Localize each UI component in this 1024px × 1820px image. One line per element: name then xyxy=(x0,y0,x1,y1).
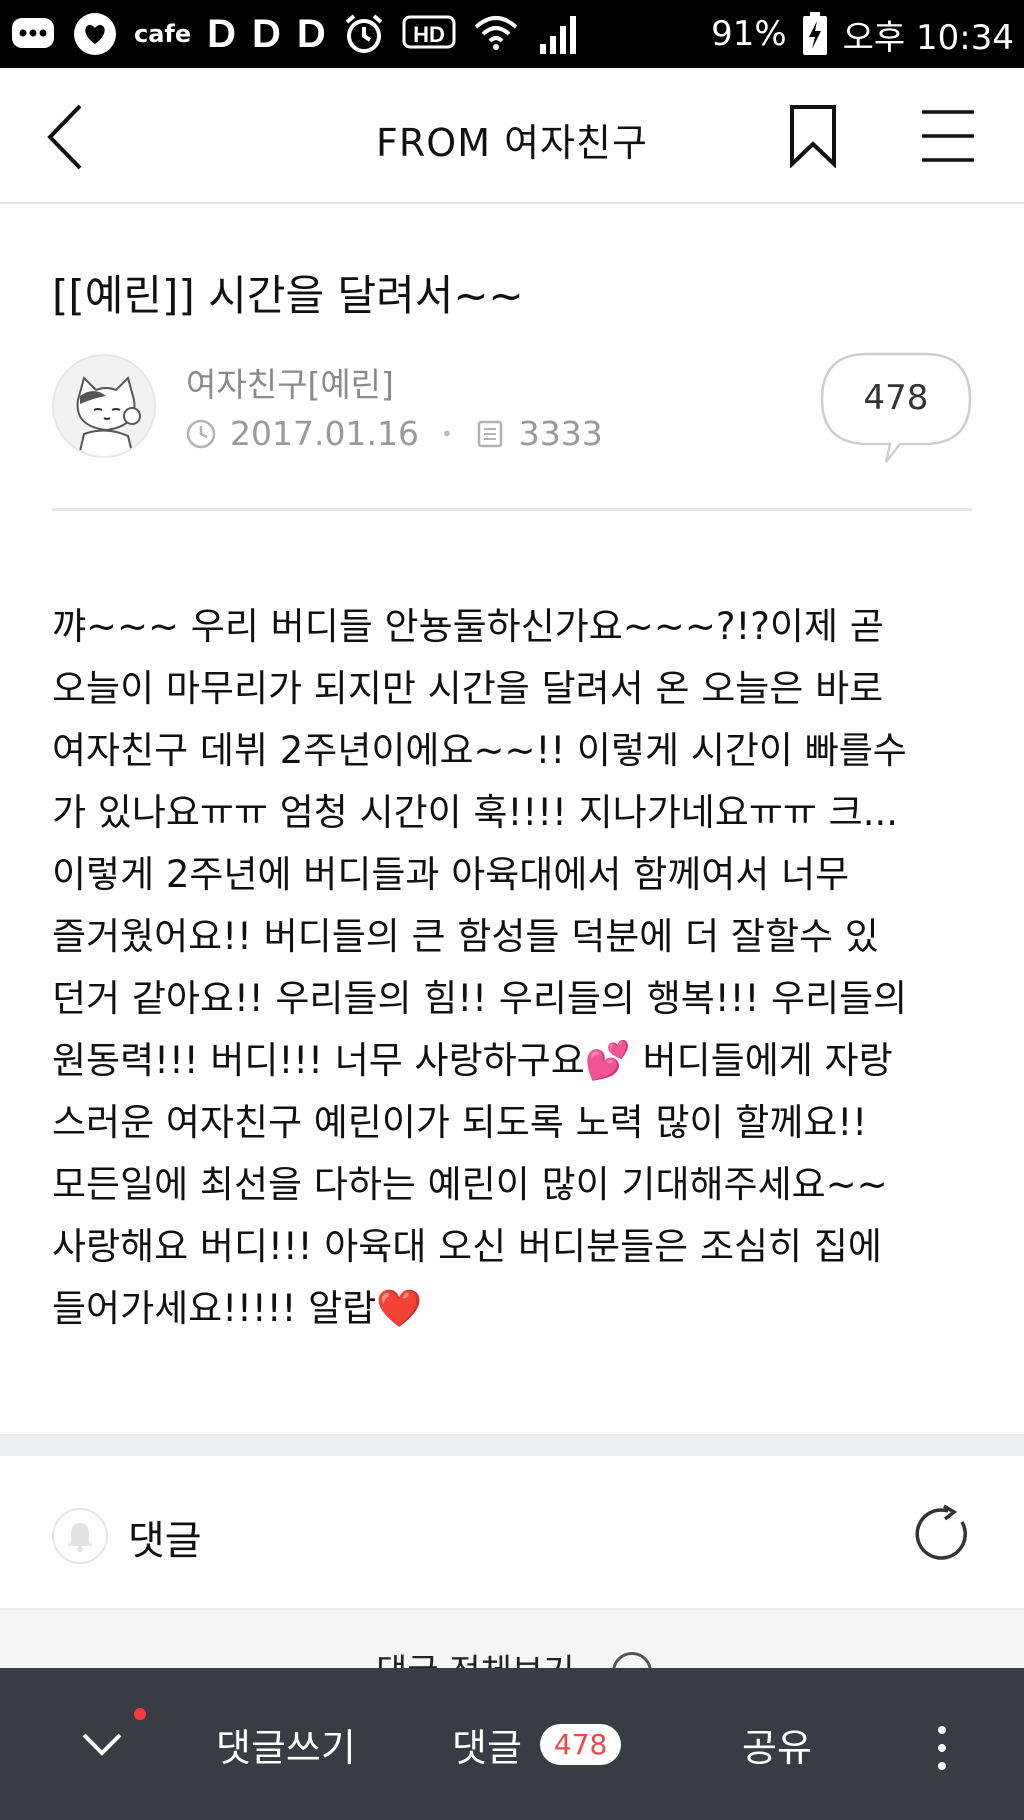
more-options-button[interactable] xyxy=(932,1726,952,1770)
menu-button[interactable] xyxy=(920,108,976,164)
post-title: [[예린]] 시간을 달려서~~ xyxy=(52,271,524,320)
meta-separator: • xyxy=(440,421,453,446)
status-bar: cafe D D D HD 91% 오후 10:34 xyxy=(0,0,1024,68)
write-comment-button[interactable]: 댓글쓰기 xyxy=(216,1668,356,1820)
notification-toggle[interactable] xyxy=(52,1508,108,1564)
refresh-button[interactable] xyxy=(914,1504,974,1564)
comments-label: 댓글 xyxy=(128,1518,202,1564)
more-dot xyxy=(938,1726,946,1734)
app-heart-icon xyxy=(72,11,118,57)
share-button[interactable]: 공유 xyxy=(742,1668,812,1820)
wifi-icon xyxy=(472,11,520,57)
battery-percentage: 91% xyxy=(711,14,787,54)
bookmark-button[interactable] xyxy=(788,104,838,169)
cat-avatar-icon xyxy=(54,356,154,456)
hd-icon: HD xyxy=(402,11,456,57)
svg-text:HD: HD xyxy=(413,22,445,47)
hamburger-icon xyxy=(922,110,974,162)
bottom-action-bar: 댓글쓰기 댓글 478 공유 xyxy=(0,1668,1024,1820)
d-notification-icon: D xyxy=(207,11,237,56)
more-dot xyxy=(938,1744,946,1752)
share-label: 공유 xyxy=(742,1725,812,1770)
app-header: FROM 여자친구 xyxy=(0,68,1024,204)
section-separator xyxy=(0,1434,1024,1456)
d-notification-icon: D xyxy=(252,11,281,56)
battery-charging-icon xyxy=(801,11,829,57)
author-name[interactable]: 여자친구[예린] xyxy=(186,358,394,406)
chevron-down-icon xyxy=(82,1733,122,1756)
write-comment-label: 댓글쓰기 xyxy=(216,1725,356,1770)
message-icon xyxy=(10,11,56,57)
document-icon xyxy=(475,419,505,449)
bookmark-icon xyxy=(790,105,836,169)
cafe-label: cafe xyxy=(134,20,192,48)
collapse-button[interactable] xyxy=(80,1668,124,1820)
clock: 오후 10:34 xyxy=(842,17,1014,58)
comment-count-badge: 478 xyxy=(539,1723,622,1765)
view-all-comments-label: 댓글 전체보기 xyxy=(376,1644,575,1668)
page-title: FROM 여자친구 xyxy=(376,121,648,165)
comments-header: 댓글 xyxy=(0,1456,1024,1608)
post-date: 2017.01.16 xyxy=(230,414,419,453)
view-count: 3333 xyxy=(518,414,603,453)
bell-icon xyxy=(67,1523,93,1552)
comment-count-bubble[interactable]: 478 xyxy=(820,352,972,463)
post-body: 꺄~~~ 우리 버디들 안뇽둘하신가요~~~?!?이제 곧 오늘이 마무리가 되… xyxy=(52,605,908,1330)
view-all-comments-link[interactable]: 댓글 전체보기 xyxy=(0,1608,1024,1668)
post-meta: 2017.01.16 • 3333 xyxy=(186,414,603,453)
signal-icon xyxy=(536,11,582,57)
comments-button-label: 댓글 xyxy=(452,1725,522,1770)
clock-icon xyxy=(186,419,216,449)
refresh-icon xyxy=(915,1504,967,1560)
chevron-right-circle-icon xyxy=(612,1652,652,1668)
d-notification-icon: D xyxy=(296,11,326,56)
divider xyxy=(52,508,972,511)
more-dot xyxy=(938,1762,946,1770)
alarm-icon xyxy=(342,11,386,57)
comments-button[interactable]: 댓글 478 xyxy=(452,1668,622,1820)
comment-count: 478 xyxy=(863,378,929,418)
avatar[interactable] xyxy=(52,354,156,458)
new-indicator-dot xyxy=(134,1708,146,1720)
